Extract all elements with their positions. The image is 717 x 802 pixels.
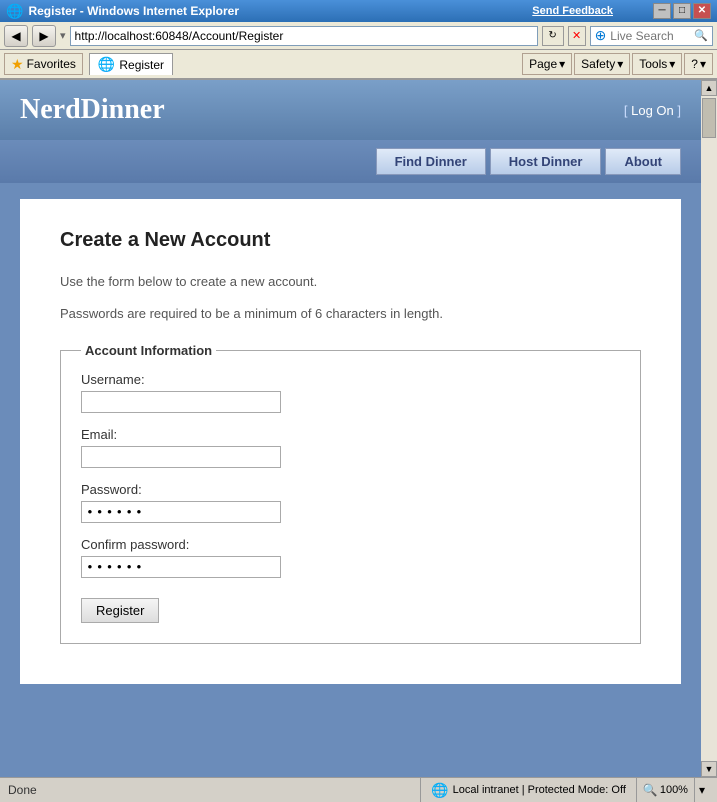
register-button[interactable]: Register bbox=[81, 598, 159, 623]
refresh-button[interactable]: ↻ bbox=[542, 26, 564, 46]
status-end: ▾ bbox=[694, 778, 709, 802]
username-group: Username: bbox=[81, 372, 620, 413]
tab-ie-icon: 🌐 bbox=[98, 56, 115, 73]
fieldset-legend: Account Information bbox=[81, 343, 216, 358]
live-search-box[interactable]: ⊕ 🔍 bbox=[590, 26, 713, 46]
content-area: Create a New Account Use the form below … bbox=[0, 183, 701, 704]
help-icon: ? bbox=[691, 57, 698, 71]
login-text: Log On bbox=[631, 103, 677, 118]
confirm-password-group: Confirm password: bbox=[81, 537, 620, 578]
browser-tab[interactable]: 🌐 Register bbox=[89, 53, 173, 75]
find-dinner-nav[interactable]: Find Dinner bbox=[376, 148, 486, 175]
back-button[interactable]: ◀ bbox=[4, 25, 28, 47]
window-title: Register - Windows Internet Explorer bbox=[28, 4, 239, 18]
status-text: Done bbox=[8, 783, 420, 797]
page-dropdown-icon: ▾ bbox=[559, 57, 565, 71]
password-label: Password: bbox=[81, 482, 620, 497]
url-input[interactable] bbox=[70, 26, 538, 46]
content-box: Create a New Account Use the form below … bbox=[20, 199, 681, 684]
nav-bar: Find Dinner Host Dinner About bbox=[0, 140, 701, 183]
stop-button[interactable]: ✕ bbox=[568, 26, 586, 46]
close-button[interactable]: ✕ bbox=[693, 3, 711, 19]
username-input[interactable] bbox=[81, 391, 281, 413]
favorites-label: Favorites bbox=[27, 57, 76, 71]
search-go-button[interactable]: 🔍 bbox=[694, 29, 708, 42]
intro-text-1: Use the form below to create a new accou… bbox=[60, 272, 641, 292]
live-search-input[interactable] bbox=[610, 29, 690, 43]
browser-toolbar: ★ Favorites 🌐 Register Page ▾ Safety ▾ T… bbox=[0, 50, 717, 80]
zoom-icon: 🔍 bbox=[643, 783, 658, 797]
tab-label: Register bbox=[119, 58, 164, 72]
zone-icon: 🌐 bbox=[431, 782, 448, 799]
scroll-up-button[interactable]: ▲ bbox=[701, 80, 717, 96]
star-icon: ★ bbox=[11, 56, 24, 73]
forward-button[interactable]: ▶ bbox=[32, 25, 56, 47]
status-bar: Done 🌐 Local intranet | Protected Mode: … bbox=[0, 777, 717, 802]
page-wrap: NerdDinner [ Log On ] Find Dinner Host D… bbox=[0, 80, 701, 777]
host-dinner-nav[interactable]: Host Dinner bbox=[490, 148, 602, 175]
scroll-down-button[interactable]: ▼ bbox=[701, 761, 717, 777]
email-label: Email: bbox=[81, 427, 620, 442]
title-bar: 🌐 Register - Windows Internet Explorer S… bbox=[0, 0, 717, 22]
dropdown-arrow[interactable]: ▾ bbox=[60, 29, 66, 42]
send-feedback-link[interactable]: Send Feedback bbox=[532, 5, 613, 17]
help-button[interactable]: ? ▾ bbox=[684, 53, 713, 75]
vertical-scrollbar: ▲ ▼ bbox=[701, 80, 717, 777]
minimize-button[interactable]: ─ bbox=[653, 3, 671, 19]
bracket-left: [ bbox=[624, 103, 628, 118]
safety-label: Safety bbox=[581, 57, 615, 71]
status-dropdown-icon[interactable]: ▾ bbox=[699, 783, 705, 797]
confirm-password-label: Confirm password: bbox=[81, 537, 620, 552]
email-group: Email: bbox=[81, 427, 620, 468]
bracket-right: ] bbox=[677, 103, 681, 118]
email-input[interactable] bbox=[81, 446, 281, 468]
help-dropdown-icon: ▾ bbox=[700, 57, 706, 71]
page-heading: Create a New Account bbox=[60, 229, 641, 252]
password-input[interactable] bbox=[81, 501, 281, 523]
favorites-button[interactable]: ★ Favorites bbox=[4, 53, 83, 75]
tools-label: Tools bbox=[639, 57, 667, 71]
site-header: NerdDinner [ Log On ] bbox=[0, 80, 701, 140]
site-title: NerdDinner bbox=[20, 94, 165, 126]
maximize-button[interactable]: □ bbox=[673, 3, 691, 19]
zoom-text: 100% bbox=[660, 784, 688, 796]
tools-dropdown-icon: ▾ bbox=[669, 57, 675, 71]
zone-text: Local intranet | Protected Mode: Off bbox=[453, 784, 626, 796]
scroll-thumb[interactable] bbox=[702, 98, 716, 138]
safety-dropdown-icon: ▾ bbox=[617, 57, 623, 71]
zone-info: 🌐 Local intranet | Protected Mode: Off bbox=[420, 778, 636, 802]
login-link[interactable]: [ Log On ] bbox=[624, 103, 681, 118]
about-nav[interactable]: About bbox=[605, 148, 681, 175]
password-group: Password: bbox=[81, 482, 620, 523]
window-controls: ─ □ ✕ bbox=[653, 3, 711, 19]
login-area: [ Log On ] bbox=[624, 103, 681, 118]
page-label: Page bbox=[529, 57, 557, 71]
username-label: Username: bbox=[81, 372, 620, 387]
ie-logo-icon: 🌐 bbox=[6, 3, 23, 20]
address-bar: ◀ ▶ ▾ ↻ ✕ ⊕ 🔍 bbox=[0, 22, 717, 50]
zoom-info: 🔍 100% bbox=[636, 778, 694, 802]
browser-content: NerdDinner [ Log On ] Find Dinner Host D… bbox=[0, 80, 717, 777]
tools-menu-button[interactable]: Tools ▾ bbox=[632, 53, 682, 75]
account-info-fieldset: Account Information Username: Email: Pas… bbox=[60, 343, 641, 644]
toolbar-buttons: Page ▾ Safety ▾ Tools ▾ ? ▾ bbox=[522, 53, 713, 75]
safety-menu-button[interactable]: Safety ▾ bbox=[574, 53, 630, 75]
ie-search-icon: ⊕ bbox=[595, 27, 607, 44]
tab-strip: 🌐 Register bbox=[89, 53, 516, 75]
intro-text-2: Passwords are required to be a minimum o… bbox=[60, 304, 641, 324]
scroll-track[interactable] bbox=[701, 96, 717, 761]
confirm-password-input[interactable] bbox=[81, 556, 281, 578]
page-menu-button[interactable]: Page ▾ bbox=[522, 53, 572, 75]
